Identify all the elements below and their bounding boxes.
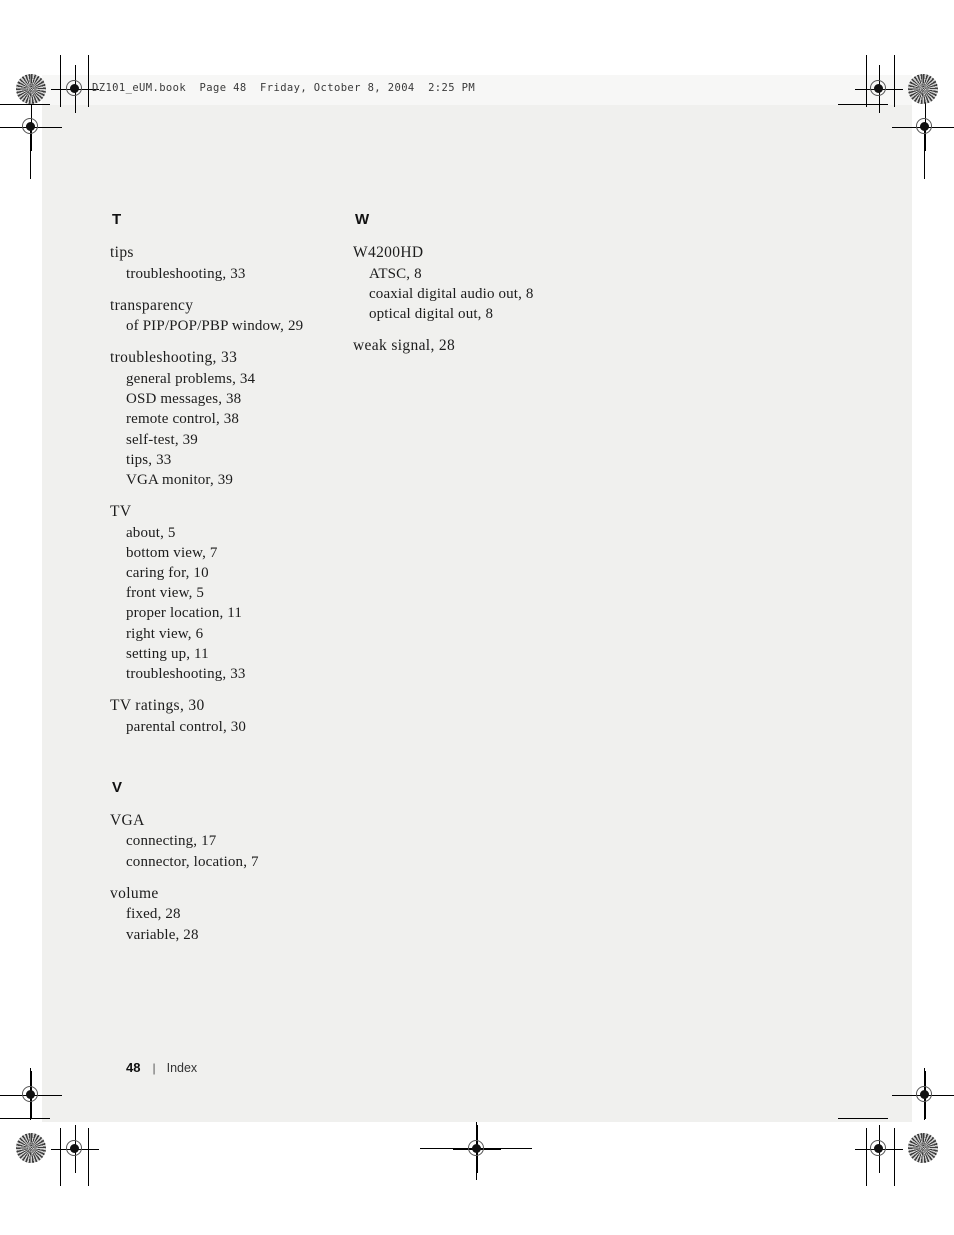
index-entry-sub: setting up, 11: [126, 645, 209, 662]
index-entry-sub: proper location, 11: [126, 605, 243, 622]
registration-dot: [70, 1144, 79, 1153]
index-entry-group: tips troubleshooting, 33: [110, 243, 345, 284]
registration-target-bottom-right: [855, 1125, 903, 1173]
registration-dot: [920, 122, 929, 131]
index-entry-sub: general problems, 34: [126, 370, 256, 387]
index-entry-sub: connecting, 17: [126, 833, 217, 850]
index-entry-main: weak signal, 28: [353, 337, 456, 355]
footer-label: Index: [166, 1061, 198, 1075]
index-entry-group: volume fixed, 28 variable, 28: [110, 884, 345, 945]
index-section-t: Ttips troubleshooting, 33 transparency of P…: [110, 212, 345, 737]
index-entry-sub: right view, 6: [126, 625, 204, 642]
index-entry-main: VGA: [110, 811, 145, 829]
index-section-letter: V: [112, 778, 123, 796]
index-entry-group: W4200HD ATSC, 8 coaxial digital audio out,…: [353, 243, 603, 324]
index-entry-sub: troubleshooting, 33: [126, 666, 246, 683]
crop-mark-top-left-vertical: [88, 55, 89, 107]
crop-mark-bottom-right-outer-vertical: [894, 1128, 895, 1186]
registration-dot: [26, 1090, 35, 1099]
registration-dot: [472, 1144, 481, 1153]
index-entry-main: W4200HD: [353, 244, 424, 261]
index-entry-main: tips: [110, 244, 134, 261]
index-entry-sub: ATSC, 8: [369, 265, 422, 282]
index-section-letter: T: [112, 211, 122, 228]
index-column-left: Ttips troubleshooting, 33 transparency of P…: [110, 212, 345, 945]
registration-dot: [26, 122, 35, 131]
index-entry-sub: connector, location, 7: [126, 853, 259, 870]
index-section-w: W W4200HD ATSC, 8 coaxial digital audio out…: [353, 212, 603, 357]
registration-dot: [874, 84, 883, 93]
registration-target-left-upper: [7, 103, 55, 151]
index-entry-sub: variable, 28: [126, 926, 199, 943]
registration-dot: [70, 84, 79, 93]
index-entry-group: VGA connecting, 17 connector, location, 7: [110, 811, 345, 872]
halftone-patch-bottom-right: [908, 1133, 938, 1163]
index-entry-group: weak signal, 28: [353, 336, 603, 357]
crop-mark-top-right-outer-vertical: [894, 55, 895, 107]
index-entry-main: troubleshooting, 33: [110, 349, 238, 367]
registration-dot: [874, 1144, 883, 1153]
index-entry-main: transparency: [110, 296, 194, 314]
index-entry-sub: troubleshooting, 33: [126, 265, 246, 282]
index-entry-sub: front view, 5: [126, 585, 205, 602]
index-entry-sub: bottom view, 7: [126, 544, 218, 561]
halftone-patch-top-left: [16, 74, 46, 104]
index-entry-main: volume: [110, 884, 159, 902]
index-entry-group: transparency of PIP/POP/PBP window, 29: [110, 296, 345, 337]
registration-target-right-lower: [901, 1071, 949, 1119]
index-entry-group: troubleshooting, 33 general problems, 34 O…: [110, 348, 345, 490]
index-entry-sub: about, 5: [126, 524, 176, 541]
index-section-letter: W: [355, 211, 370, 228]
index-entry-sub: of PIP/POP/PBP window, 29: [126, 318, 304, 335]
index-entry-sub: remote control, 38: [126, 411, 240, 428]
page-footer: 48 | Index: [126, 1060, 197, 1075]
crop-mark-top-left-inner-rule: [0, 104, 50, 105]
crop-mark-top-left-outer-vertical: [60, 55, 61, 107]
index-entry-main: TV: [110, 503, 132, 521]
crop-mark-bottom-left-vertical: [60, 1128, 61, 1186]
halftone-patch-top-right: [908, 74, 938, 104]
index-entry-main: TV ratings, 30: [110, 697, 205, 715]
index-column-right: W W4200HD ATSC, 8 coaxial digital audio out…: [353, 212, 603, 357]
index-entry-sub: optical digital out, 8: [369, 305, 494, 322]
index-entry-sub: OSD messages, 38: [126, 391, 242, 408]
index-entry-group: TV ratings, 30 parental control, 30: [110, 696, 345, 737]
registration-target-bottom-center: [453, 1125, 501, 1173]
index-section-v: V VGA connecting, 17 connector, location, 7…: [110, 780, 345, 945]
registration-target-top-right: [855, 65, 903, 113]
halftone-patch-bottom-left: [16, 1133, 46, 1163]
crop-mark-bottom-left-outer-vertical: [88, 1128, 89, 1186]
registration-target-right-upper: [901, 103, 949, 151]
crop-mark-bottom-left-inner-rule: [0, 1118, 50, 1119]
registration-target-left-lower: [7, 1071, 55, 1119]
index-entry-sub: caring for, 10: [126, 565, 209, 582]
index-entry-sub: self-test, 39: [126, 431, 198, 448]
registration-target-top-left: [51, 65, 99, 113]
footer-page-number: 48: [126, 1060, 141, 1075]
index-entry-sub: parental control, 30: [126, 718, 247, 735]
crop-mark-top-right-inner-rule: [838, 104, 888, 105]
index-entry-sub: VGA monitor, 39: [126, 471, 234, 488]
registration-target-bottom-left: [51, 1125, 99, 1173]
footer-separator: |: [152, 1061, 156, 1075]
print-job-header: DZ101_eUM.book Page 48 Friday, October 8…: [92, 82, 476, 94]
registration-dot: [920, 1090, 929, 1099]
crop-mark-bottom-right-inner-rule: [838, 1118, 888, 1119]
index-entry-sub: fixed, 28: [126, 906, 181, 923]
index-entry-group: TV about, 5 bottom view, 7 caring for, 10 fr…: [110, 502, 345, 684]
index-entry-sub: coaxial digital audio out, 8: [369, 285, 534, 302]
index-entry-sub: tips, 33: [126, 451, 172, 468]
